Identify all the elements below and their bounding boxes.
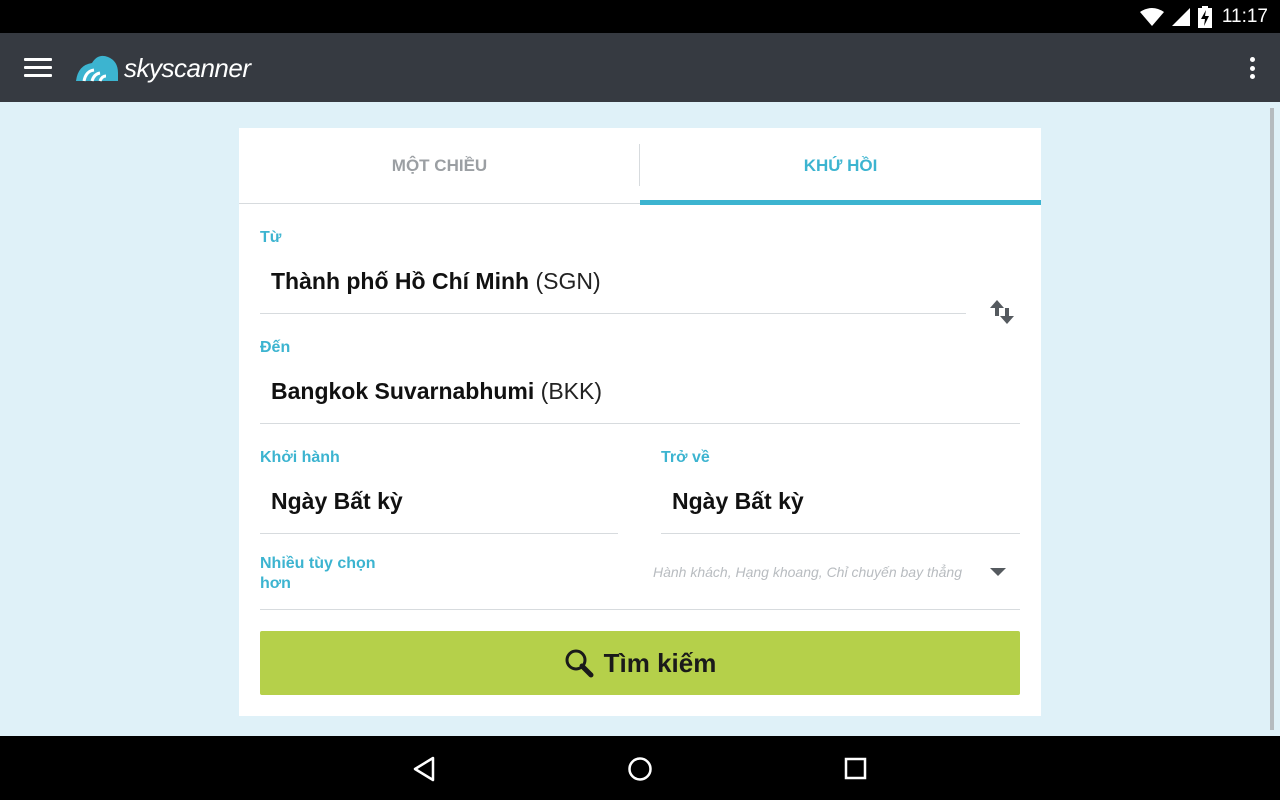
to-value: Bangkok Suvarnabhumi (BKK) [271, 378, 602, 405]
more-options-label-line2: hơn [260, 575, 291, 592]
swap-arrows-icon [990, 300, 1014, 324]
from-city: Thành phố Hồ Chí Minh [271, 268, 530, 294]
swap-button[interactable] [987, 296, 1019, 328]
recents-button[interactable] [841, 754, 871, 784]
wifi-icon [1139, 8, 1164, 26]
depart-underline [260, 533, 618, 534]
to-underline [260, 423, 1020, 424]
home-circle-icon [628, 757, 652, 781]
depart-value: Ngày Bất kỳ [271, 488, 403, 515]
app-bar: skyscanner [0, 33, 1280, 102]
clock: 11:17 [1221, 6, 1268, 27]
recents-square-icon [844, 757, 867, 780]
scrollbar[interactable] [1270, 108, 1274, 730]
brand-name: skyscanner [124, 52, 251, 83]
hamburger-icon [24, 58, 52, 61]
more-options-hint: Hành khách, Hạng khoang, Chỉ chuyến bay … [653, 564, 962, 580]
skyscanner-cloud-icon [76, 55, 118, 82]
overflow-menu-button[interactable] [1244, 53, 1260, 83]
dropdown-caret-icon[interactable] [990, 568, 1006, 576]
trip-type-tabs: MỘT CHIỀU KHỨ HỒI [239, 128, 1041, 205]
tab-round-trip[interactable]: KHỨ HỒI [640, 128, 1041, 205]
from-underline [260, 313, 966, 314]
more-options-label: Nhiều tùy chọn hơn [260, 554, 376, 594]
dot [1249, 74, 1255, 79]
search-form-card: MỘT CHIỀU KHỨ HỒI Từ Thành phố Hồ Chí Mi… [239, 128, 1041, 716]
more-options-underline [260, 609, 1020, 610]
return-label: Trở về [661, 449, 710, 466]
hamburger-line [24, 74, 52, 77]
brand-logo: skyscanner [74, 51, 251, 85]
return-value: Ngày Bất kỳ [672, 488, 804, 515]
from-field[interactable]: Thành phố Hồ Chí Minh (SGN) [260, 256, 966, 314]
from-label: Từ [260, 229, 282, 246]
home-button[interactable] [625, 754, 655, 784]
battery-charging-icon [1197, 6, 1212, 28]
signal-icon [1171, 8, 1190, 26]
search-button[interactable]: Tìm kiếm [260, 631, 1020, 695]
menu-button[interactable] [22, 55, 54, 81]
return-underline [661, 533, 1020, 534]
back-button[interactable] [410, 754, 440, 784]
back-triangle-icon [413, 756, 435, 782]
dot [1249, 57, 1255, 62]
tab-one-way[interactable]: MỘT CHIỀU [239, 128, 640, 204]
more-options-label-line1: Nhiều tùy chọn [260, 555, 376, 572]
status-bar: 11:17 [0, 0, 1280, 33]
status-icons: 11:17 [1139, 6, 1268, 28]
system-nav-bar [0, 736, 1280, 800]
depart-date: Ngày Bất kỳ [271, 488, 403, 514]
to-field[interactable]: Bangkok Suvarnabhumi (BKK) [260, 366, 1020, 424]
search-icon [565, 649, 594, 678]
return-date-field[interactable]: Ngày Bất kỳ [661, 476, 1020, 534]
from-code: (SGN) [535, 268, 601, 294]
search-button-label: Tìm kiếm [603, 647, 717, 678]
depart-date-field[interactable]: Ngày Bất kỳ [260, 476, 618, 534]
to-label: Đến [260, 339, 291, 356]
depart-label: Khởi hành [260, 449, 340, 466]
return-date: Ngày Bất kỳ [672, 488, 804, 514]
main-content: MỘT CHIỀU KHỨ HỒI Từ Thành phố Hồ Chí Mi… [0, 102, 1280, 736]
to-city: Bangkok Suvarnabhumi [271, 378, 535, 404]
to-code: (BKK) [540, 378, 603, 404]
hamburger-line [24, 66, 52, 69]
from-value: Thành phố Hồ Chí Minh (SGN) [271, 268, 601, 295]
dot [1249, 65, 1255, 71]
